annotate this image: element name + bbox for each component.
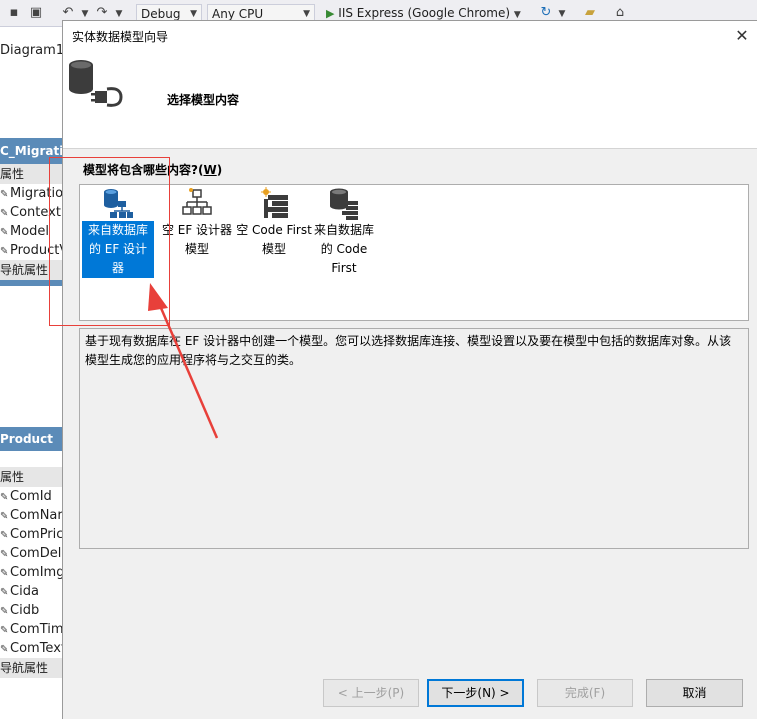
redo-icon[interactable]: ↷ xyxy=(94,5,110,21)
property-icon: ✎ xyxy=(0,511,9,522)
property-icon: ✎ xyxy=(0,189,9,200)
choice-label: 来自数据库的 Code First xyxy=(313,223,374,275)
key-icon: ✎ xyxy=(0,492,9,503)
undo-icon[interactable]: ↶ xyxy=(60,5,76,21)
property-icon: ✎ xyxy=(0,227,9,238)
property-row[interactable]: ✎ ComTim xyxy=(0,620,66,639)
home-icon[interactable]: ⌂ xyxy=(612,5,628,21)
hierarchy-icon xyxy=(182,188,212,215)
code-first-icon xyxy=(261,187,288,218)
chevron-down-icon: ▼ xyxy=(513,10,521,20)
property-row[interactable]: ✎ ComDell xyxy=(0,544,66,563)
dialog-title: 实体数据模型向导 xyxy=(72,30,169,44)
entity-data-model-wizard: 实体数据模型向导 ✕ 选择模型内容 模型将包含哪些内容?(W) 来自数据库的 E… xyxy=(62,20,757,719)
property-icon: ✎ xyxy=(0,644,9,655)
save-icon[interactable]: ▪ xyxy=(6,5,22,21)
cancel-button[interactable]: 取消 xyxy=(646,679,743,707)
navigation-properties-header: 导航属性 xyxy=(0,658,66,678)
property-icon: ✎ xyxy=(0,625,9,636)
property-icon: ✎ xyxy=(0,587,9,598)
close-icon[interactable]: ✕ xyxy=(731,25,753,47)
redo-dropdown-icon[interactable]: ▼ xyxy=(111,5,127,21)
wizard-step-title: 选择模型内容 xyxy=(167,93,240,107)
dialog-titlebar: 实体数据模型向导 ✕ xyxy=(63,21,757,51)
play-icon: ▶ xyxy=(326,7,335,20)
model-contents-list[interactable]: 来自数据库的 EF 设计器 空 EF 设计器模型 空 Code First 模型… xyxy=(79,184,749,321)
next-button[interactable]: 下一步(N) > xyxy=(427,679,524,707)
access-key: W xyxy=(203,163,217,177)
property-icon: ✎ xyxy=(0,208,9,219)
platform-value: Any CPU xyxy=(212,7,264,21)
undo-dropdown-icon[interactable]: ▼ xyxy=(77,5,93,21)
property-row[interactable]: ✎ ComPric xyxy=(0,525,66,544)
refresh-icon[interactable]: ↻ xyxy=(538,5,554,21)
property-icon: ✎ xyxy=(0,246,9,257)
wizard-header: 选择模型内容 xyxy=(63,51,757,149)
property-row[interactable]: ✎ ComText xyxy=(0,639,66,658)
designer-surface: Diagram1] C_Migratio 属性 ✎ Migratio ✎ Conte… xyxy=(0,27,66,719)
database-code-first-icon xyxy=(330,188,358,220)
run-target-label: IIS Express (Google Chrome) xyxy=(338,6,511,20)
property-icon: ✎ xyxy=(0,530,9,541)
configuration-value: Debug xyxy=(141,7,181,21)
properties-header: 属性 xyxy=(0,467,66,487)
property-icon: ✎ xyxy=(0,549,9,560)
choice-label: 空 Code First 模型 xyxy=(236,223,312,256)
property-icon: ✎ xyxy=(0,568,9,579)
property-row[interactable]: ✎ Cidb xyxy=(0,601,66,620)
property-row[interactable]: ✎ ComId xyxy=(0,487,66,506)
property-icon: ✎ xyxy=(0,606,9,617)
save-all-icon[interactable]: ▣ xyxy=(28,5,44,21)
diagram-tab[interactable]: Diagram1] xyxy=(0,43,66,58)
database-connect-icon xyxy=(69,60,123,107)
finish-button[interactable]: 完成(F) xyxy=(537,679,633,707)
property-row[interactable]: ✎ ComImg xyxy=(0,563,66,582)
entity-box[interactable]: Product 属性 ✎ ComId ✎ ComNar ✎ ComPric ✎ ComD… xyxy=(0,427,66,678)
choice-code-first-from-database[interactable]: 来自数据库的 Code First xyxy=(308,187,380,278)
property-row[interactable]: ✎ ComNar xyxy=(0,506,66,525)
choice-description: 基于现有数据库在 EF 设计器中创建一个模型。您可以选择数据库连接、模型设置以及… xyxy=(79,328,749,549)
previous-button[interactable]: < 上一步(P) xyxy=(323,679,419,707)
choice-empty-code-first[interactable]: 空 Code First 模型 xyxy=(232,187,316,259)
entity-title: Product xyxy=(0,427,66,451)
folder-icon[interactable]: ▰ xyxy=(582,5,598,21)
refresh-dropdown-icon[interactable]: ▼ xyxy=(554,5,570,21)
annotation-highlight-box xyxy=(49,157,170,326)
property-row[interactable]: ✎ Cida xyxy=(0,582,66,601)
